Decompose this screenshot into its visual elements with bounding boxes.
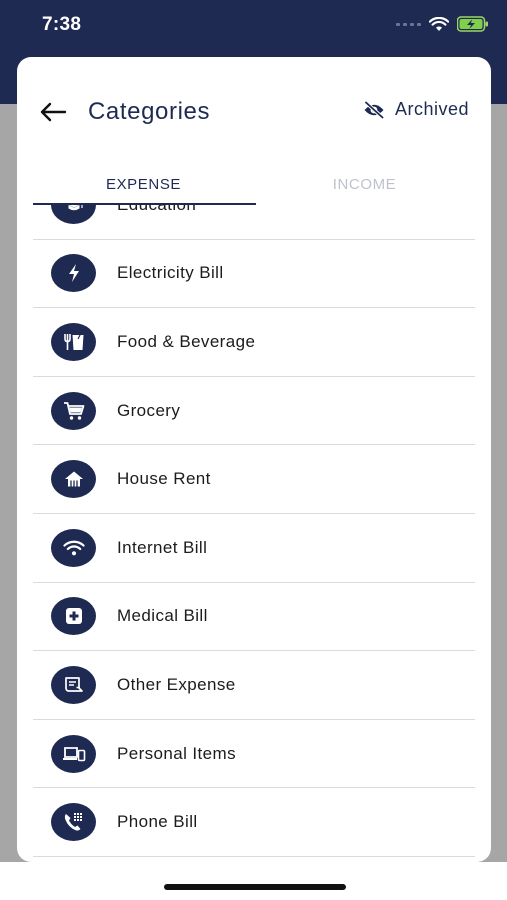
- eye-off-icon: [364, 100, 385, 119]
- receipt-icon: [51, 665, 96, 704]
- back-arrow-icon: [40, 102, 67, 122]
- back-button[interactable]: [35, 97, 71, 127]
- category-row-internet-bill[interactable]: Internet Bill: [33, 514, 475, 583]
- category-label: Other Expense: [117, 674, 236, 694]
- category-row-personal-items[interactable]: Personal Items: [33, 720, 475, 789]
- category-label: Medical Bill: [117, 606, 208, 626]
- shopping-cart-icon: [51, 391, 96, 430]
- category-label: House Rent: [117, 469, 211, 489]
- category-label: Internet Bill: [117, 537, 208, 557]
- category-label: Food & Beverage: [117, 331, 256, 351]
- home-indicator-area: [0, 862, 507, 900]
- tab-income[interactable]: INCOME: [254, 163, 475, 205]
- wifi-status-icon: [429, 16, 449, 31]
- categories-sheet: Categories Archived EXPENSE INCOME Elect…: [17, 57, 491, 862]
- house-icon: [51, 460, 96, 499]
- category-list[interactable]: Education Electricity Bill: [33, 205, 475, 862]
- screen: 7:38 Categories Archived EXPENSE INCOME …: [0, 0, 507, 900]
- category-row-grocery[interactable]: Grocery: [33, 377, 475, 446]
- category-row-food-beverage[interactable]: Food & Beverage: [33, 308, 475, 377]
- devices-icon: [51, 734, 96, 773]
- utensils-drink-icon: [51, 322, 96, 361]
- phone-dialpad-icon: [51, 803, 96, 842]
- category-row-phone-bill[interactable]: Phone Bill: [33, 788, 475, 857]
- category-label: Education: [117, 205, 196, 215]
- page-title: Categories: [88, 98, 211, 125]
- wifi-icon: [51, 528, 96, 567]
- archived-label: Archived: [394, 99, 469, 119]
- category-row-medical-bill[interactable]: Medical Bill: [33, 583, 475, 652]
- category-label: Electricity Bill: [117, 263, 224, 283]
- status-indicators: [396, 16, 489, 32]
- category-row-electricity-bill[interactable]: Electricity Bill: [33, 240, 475, 309]
- battery-charging-icon: [457, 16, 488, 32]
- tab-expense[interactable]: EXPENSE: [33, 163, 254, 205]
- category-row-education[interactable]: Education: [33, 205, 475, 240]
- home-indicator[interactable]: [164, 884, 346, 890]
- category-label: Grocery: [117, 400, 181, 420]
- tab-bar: EXPENSE INCOME: [33, 163, 475, 205]
- category-label: Phone Bill: [117, 812, 198, 832]
- lightning-bolt-icon: [51, 254, 96, 293]
- medical-cross-icon: [51, 597, 96, 636]
- graduation-cap-icon: [51, 205, 96, 224]
- archived-button[interactable]: Archived: [363, 99, 469, 120]
- status-time: 7:38: [42, 14, 82, 35]
- cellular-signal-icon: [396, 22, 421, 26]
- category-label: Personal Items: [117, 743, 236, 763]
- category-row-house-rent[interactable]: House Rent: [33, 445, 475, 514]
- category-row-other-expense[interactable]: Other Expense: [33, 651, 475, 720]
